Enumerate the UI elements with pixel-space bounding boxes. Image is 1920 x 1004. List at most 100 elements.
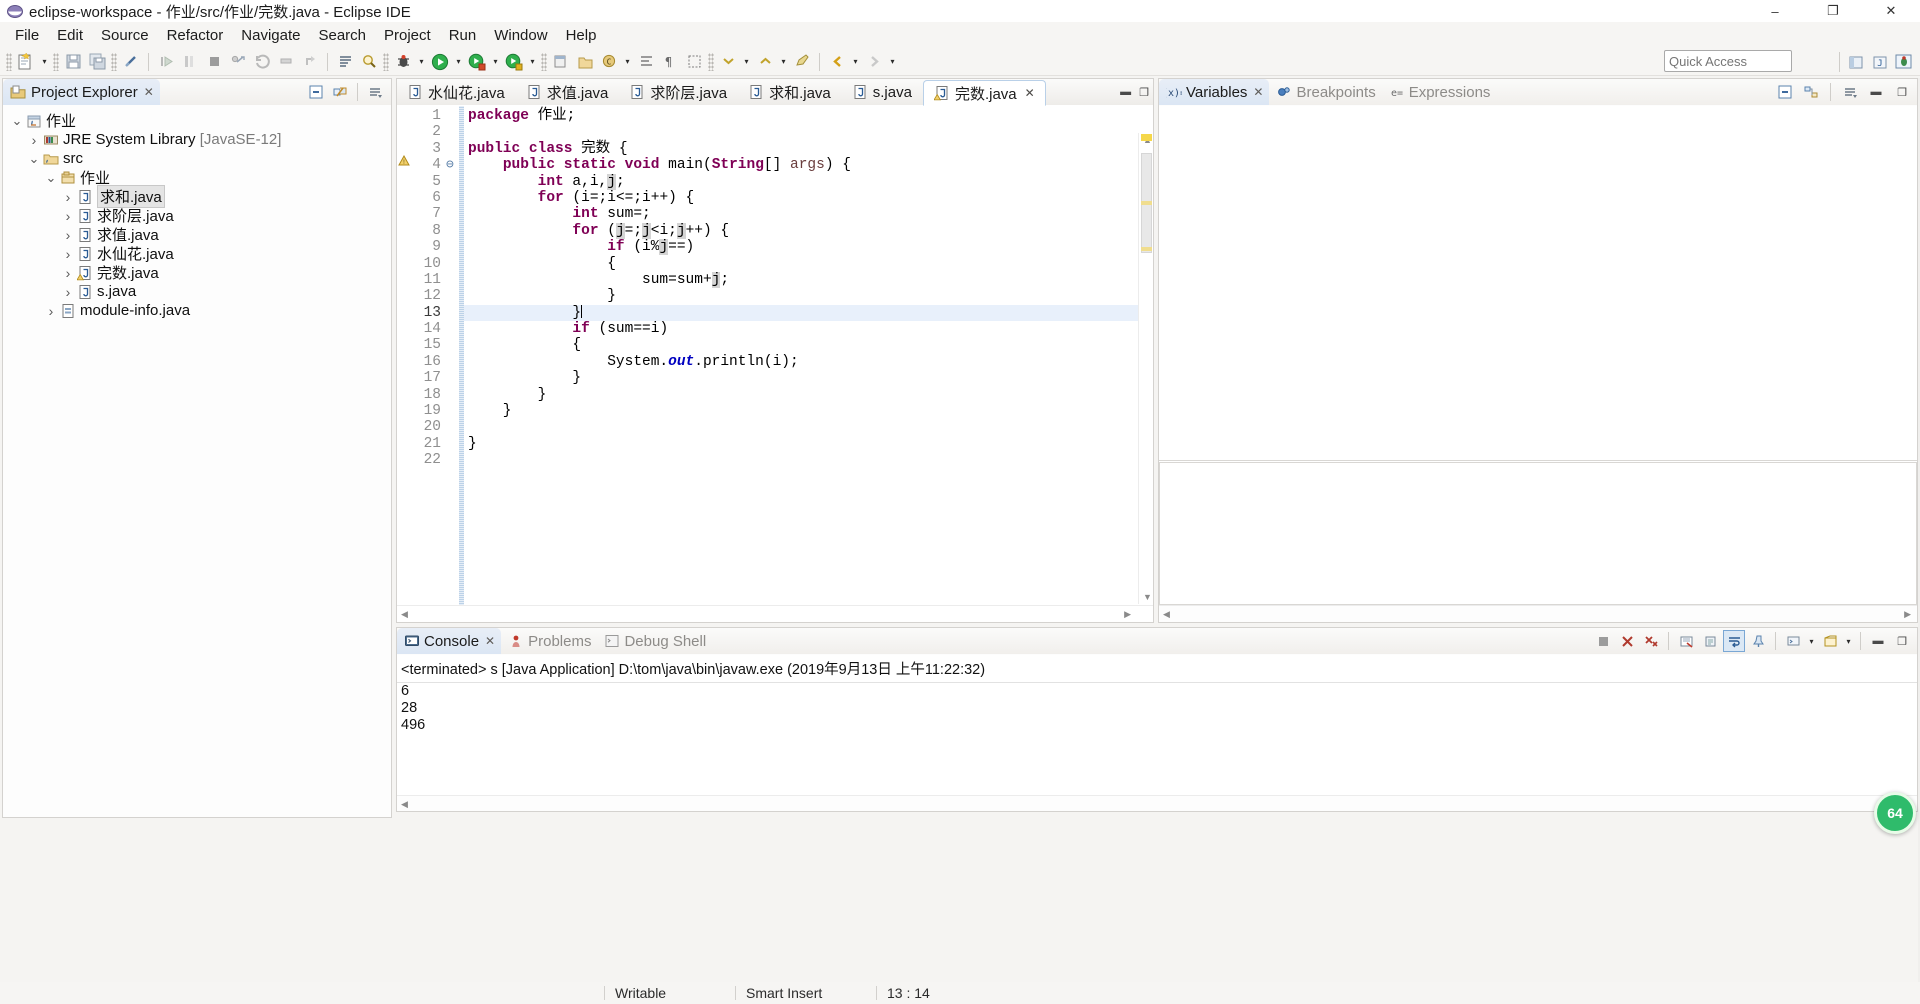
show-logical-structure-icon[interactable] — [1800, 81, 1822, 103]
toggle-mark-occurrences-icon[interactable] — [635, 51, 657, 73]
tree-item-8[interactable]: › 完数.java — [3, 263, 391, 283]
tree-item-2[interactable]: ⌄ src — [3, 149, 391, 168]
code-line-10[interactable]: { — [464, 256, 1153, 272]
chevron-right-icon[interactable]: › — [60, 208, 76, 224]
overview-occurrence-mark-1[interactable] — [1141, 201, 1152, 205]
disconnect-icon[interactable] — [275, 51, 297, 73]
variables-maximize-icon[interactable]: ❐ — [1891, 81, 1913, 103]
run-external-dropdown-arrow[interactable]: ▾ — [489, 51, 502, 73]
link-with-editor-icon[interactable] — [329, 81, 351, 103]
tree-item-7[interactable]: › 水仙花.java — [3, 244, 391, 264]
collapse-all-icon-variables[interactable] — [1774, 81, 1796, 103]
code-line-17[interactable]: } — [464, 370, 1153, 386]
tab-variables[interactable]: (x)= Variables ✕ — [1159, 79, 1270, 105]
new-wizard-icon[interactable] — [15, 51, 37, 73]
code-line-5[interactable]: int a,i,j; — [464, 173, 1153, 190]
code-line-15[interactable]: { — [464, 337, 1153, 353]
back-icon[interactable] — [826, 51, 848, 73]
console-horizontal-scrollbar[interactable]: ◀ ▶ — [397, 795, 1917, 811]
resume-icon[interactable] — [251, 51, 273, 73]
chevron-right-icon[interactable]: › — [60, 265, 76, 281]
code-line-4[interactable]: public static void main(String[] args) { — [464, 157, 1153, 173]
code-line-14[interactable]: if (sum==i) — [464, 321, 1153, 337]
tab-expressions[interactable]: e= Expressions — [1382, 79, 1497, 105]
scroll-left-arrow-icon[interactable]: ◀ — [401, 609, 408, 620]
editor-tab-2[interactable]: 求阶层.java — [619, 79, 738, 105]
new-class-dropdown-arrow[interactable]: ▾ — [621, 51, 634, 73]
code-line-8[interactable]: for (j=;j<i;j++) { — [464, 222, 1153, 239]
console-maximize-icon[interactable]: ❐ — [1891, 630, 1913, 652]
editor-minimize-icon[interactable]: ▬ — [1120, 86, 1131, 98]
code-text[interactable]: package 作业; public class 完数 { public sta… — [464, 106, 1153, 622]
chevron-right-icon[interactable]: › — [60, 189, 76, 205]
variables-body[interactable]: ◀ ▶ — [1159, 106, 1917, 622]
code-line-20[interactable] — [464, 419, 1153, 435]
code-line-7[interactable]: int sum=; — [464, 206, 1153, 222]
scroll-right-arrow-icon[interactable]: ▶ — [1124, 609, 1131, 620]
quick-access-input[interactable] — [1664, 50, 1792, 72]
console-body[interactable]: <terminated> s [Java Application] D:\tom… — [397, 655, 1917, 811]
toolbar-drag-handle-4[interactable] — [383, 52, 389, 71]
menu-source[interactable]: Source — [92, 24, 158, 47]
menu-help[interactable]: Help — [557, 24, 606, 47]
pin-console-icon[interactable] — [1747, 630, 1769, 652]
skip-breakpoints-icon[interactable] — [227, 51, 249, 73]
tree-item-9[interactable]: › s.java — [3, 282, 391, 301]
menu-file[interactable]: File — [6, 24, 48, 47]
show-whitespace-icon[interactable]: ¶ — [659, 51, 681, 73]
console-tab-close-icon[interactable]: ✕ — [485, 634, 495, 648]
scroll-lock-icon[interactable] — [1699, 630, 1721, 652]
step-return-icon[interactable] — [299, 51, 321, 73]
open-console-dropdown-arrow[interactable]: ▾ — [1842, 630, 1855, 652]
scroll-down-arrow-icon[interactable]: ▼ — [1143, 592, 1152, 602]
remove-all-terminated-icon[interactable] — [1640, 630, 1662, 652]
last-edit-location-icon[interactable] — [791, 51, 813, 73]
link-break-icon[interactable] — [120, 51, 142, 73]
debug-dropdown-arrow[interactable]: ▾ — [415, 51, 428, 73]
forward-dropdown-arrow[interactable]: ▾ — [886, 51, 899, 73]
code-folding-column[interactable]: ⊖ — [445, 106, 459, 622]
tree-item-6[interactable]: › 求值.java — [3, 225, 391, 245]
back-dropdown-arrow[interactable]: ▾ — [849, 51, 862, 73]
editor-tab-3[interactable]: 求和.java — [738, 79, 842, 105]
save-all-icon[interactable] — [86, 51, 108, 73]
new-class-icon[interactable]: C — [598, 51, 620, 73]
toolbar-drag-handle-2[interactable] — [53, 52, 59, 71]
variables-minimize-icon[interactable]: ▬ — [1865, 81, 1887, 103]
console-scroll-left-arrow-icon[interactable]: ◀ — [401, 799, 408, 810]
remove-launch-icon[interactable] — [1616, 630, 1638, 652]
next-annotation-icon[interactable] — [717, 51, 739, 73]
run-dropdown-arrow[interactable]: ▾ — [452, 51, 465, 73]
tab-breakpoints[interactable]: Breakpoints — [1269, 79, 1381, 105]
maximize-button[interactable]: ❐ — [1804, 0, 1862, 22]
menu-refactor[interactable]: Refactor — [158, 24, 233, 47]
overview-warning-mark[interactable] — [1141, 134, 1152, 141]
overview-occurrence-mark-2[interactable] — [1141, 247, 1152, 251]
project-explorer-tab-close-icon[interactable]: ✕ — [144, 85, 154, 99]
variables-scroll-right-arrow-icon[interactable]: ▶ — [1904, 609, 1911, 620]
collapse-all-icon[interactable] — [305, 81, 327, 103]
code-line-11[interactable]: sum=sum+j; — [464, 271, 1153, 288]
step-into-icon[interactable] — [179, 51, 201, 73]
block-selection-icon[interactable] — [683, 51, 705, 73]
open-perspective-icon[interactable] — [1845, 51, 1867, 73]
java-perspective-icon[interactable]: J — [1869, 51, 1891, 73]
variables-horizontal-scrollbar[interactable]: ◀ ▶ — [1159, 605, 1917, 622]
next-annotation-dropdown-arrow[interactable]: ▾ — [740, 51, 753, 73]
minimize-button[interactable]: – — [1746, 0, 1804, 22]
menu-project[interactable]: Project — [375, 24, 440, 47]
editor-tab-4[interactable]: s.java — [842, 79, 923, 105]
run-last-dropdown-arrow[interactable]: ▾ — [526, 51, 539, 73]
menu-edit[interactable]: Edit — [48, 24, 92, 47]
step-over-icon[interactable] — [155, 51, 177, 73]
tree-item-10[interactable]: › module-info.java — [3, 301, 391, 320]
open-console-icon[interactable] — [1819, 630, 1841, 652]
editor-maximize-icon[interactable]: ❐ — [1139, 86, 1149, 99]
save-icon[interactable] — [62, 51, 84, 73]
menu-window[interactable]: Window — [485, 24, 556, 47]
chevron-down-icon[interactable]: ⌄ — [43, 170, 59, 186]
variables-detail-pane[interactable] — [1159, 462, 1917, 605]
terminate-icon-console[interactable] — [1592, 630, 1614, 652]
annotation-ruler[interactable]: ! — [397, 106, 411, 622]
tab-problems[interactable]: Problems — [501, 628, 597, 654]
